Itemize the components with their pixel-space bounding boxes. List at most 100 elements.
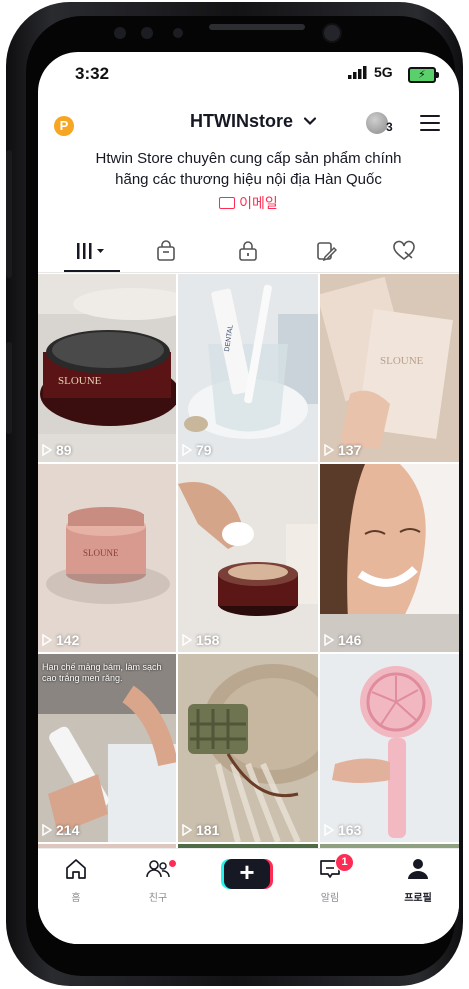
menu-icon[interactable] (420, 115, 440, 131)
lock-icon (239, 241, 257, 261)
thumbnail-image: SLOUNE (38, 274, 176, 462)
battery-icon: ⚡ (408, 67, 439, 83)
notification-dot (168, 859, 177, 868)
account-avatar[interactable] (366, 112, 388, 134)
nav-inbox[interactable]: 1 알림 (300, 853, 360, 904)
profile-bio: Htwin Store chuyên cung cấp sản phẩm chí… (38, 148, 459, 190)
play-icon (182, 444, 192, 456)
play-icon (324, 444, 334, 456)
create-plus-icon[interactable] (224, 857, 270, 889)
view-count-text: 181 (196, 822, 220, 838)
status-time: 3:32 (75, 64, 110, 83)
sensor (114, 27, 126, 39)
profile-tabs (38, 232, 459, 272)
video-thumbnail[interactable]: 181 (178, 654, 318, 842)
thumbnail-image (178, 464, 318, 652)
video-thumbnail[interactable]: 163 (320, 654, 459, 842)
video-caption: Hạn chế mảng bám, làm sạch cao trắng men… (42, 662, 162, 683)
grid-icon (77, 243, 104, 259)
tab-videos[interactable] (62, 232, 122, 272)
view-count-text: 158 (196, 632, 220, 648)
view-count-text: 79 (196, 442, 212, 458)
nav-label: 프로필 (404, 893, 432, 904)
tab-private[interactable] (218, 232, 278, 270)
view-count: 181 (182, 822, 219, 838)
video-thumbnail[interactable]: SLOUNE 142 (38, 464, 176, 652)
mail-icon (219, 197, 236, 209)
bio-line: hãng các thương hiệu nội địa Hàn Quốc (115, 171, 382, 188)
play-icon (324, 634, 334, 646)
video-thumbnail[interactable]: SLOUNE 137 (320, 274, 459, 462)
video-thumbnail[interactable]: SLOUNE 89 (38, 274, 176, 462)
view-count: 163 (324, 822, 361, 838)
screen: 3:32 5G ⚡ P HTWINstore 3 Htwin Store chu… (38, 52, 459, 944)
email-label: 이메일 (239, 195, 278, 211)
sensor (141, 27, 153, 39)
sensor (173, 28, 183, 38)
video-thumbnail[interactable]: DENTAL 79 (178, 274, 318, 462)
friends-icon (146, 860, 170, 878)
video-thumbnail[interactable]: Hạn chế mảng bám, làm sạch cao trắng men… (38, 654, 176, 842)
play-icon (42, 444, 52, 456)
tab-liked[interactable] (374, 232, 434, 270)
home-icon (66, 859, 86, 879)
view-count: 89 (42, 442, 72, 458)
account-count: 3 (386, 120, 393, 134)
view-count: 137 (324, 442, 361, 458)
play-icon (182, 824, 192, 836)
chevron-down-icon[interactable] (303, 114, 317, 128)
play-icon (182, 634, 192, 646)
liked-icon (393, 240, 415, 261)
play-icon (42, 634, 52, 646)
video-thumbnail[interactable]: 158 (178, 464, 318, 652)
tab-shop[interactable] (136, 232, 196, 270)
nav-label: 홈 (71, 893, 81, 904)
email-link[interactable]: 이메일 (38, 193, 459, 213)
bio-line: Htwin Store chuyên cung cấp sản phẩm chí… (95, 150, 402, 167)
view-count-text: 142 (56, 632, 80, 648)
svg-text:SLOUNE: SLOUNE (58, 375, 102, 387)
network-label: 5G (374, 64, 393, 80)
status-bar: 3:32 5G ⚡ (38, 52, 459, 92)
video-grid: SLOUNE 89 DENTAL 79 SLOUNE 137 SLOUNE 14… (38, 274, 459, 848)
phone-frame: 3:32 5G ⚡ P HTWINstore 3 Htwin Store chu… (6, 2, 463, 986)
view-count-text: 146 (338, 632, 362, 648)
view-count: 142 (42, 632, 79, 648)
bottom-nav: 홈 친구 1 알림 (38, 848, 459, 944)
signal-icon (348, 66, 367, 79)
view-count: 146 (324, 632, 361, 648)
thumbnail-image (320, 464, 459, 652)
volume-button (6, 150, 12, 278)
nav-profile[interactable]: 프로필 (388, 857, 448, 904)
coin-icon[interactable]: P (54, 116, 74, 136)
view-count: 79 (182, 442, 212, 458)
tab-reposts[interactable] (296, 232, 356, 270)
nav-friends[interactable]: 친구 (128, 857, 188, 904)
username-switcher[interactable]: HTWINstore (190, 111, 293, 132)
side-button (6, 342, 12, 434)
thumbnail-image (320, 654, 459, 842)
inbox-badge: 1 (335, 853, 354, 872)
svg-text:SLOUNE: SLOUNE (83, 548, 119, 558)
view-count-text: 163 (338, 822, 362, 838)
view-count: 158 (182, 632, 219, 648)
view-count-text: 137 (338, 442, 362, 458)
front-camera (324, 25, 340, 41)
thumbnail-image: SLOUNE (38, 464, 176, 652)
earpiece (209, 24, 305, 30)
repost-icon (317, 242, 337, 262)
nav-home[interactable]: 홈 (46, 857, 106, 904)
tab-divider (38, 272, 459, 273)
play-icon (42, 824, 52, 836)
svg-text:SLOUNE: SLOUNE (380, 355, 424, 367)
nav-label: 친구 (148, 893, 168, 904)
view-count: 214 (42, 822, 79, 838)
play-icon (324, 824, 334, 836)
thumbnail-image (178, 654, 318, 842)
shop-bag-icon (157, 240, 175, 261)
nav-label: 알림 (320, 893, 340, 904)
video-thumbnail[interactable]: 146 (320, 464, 459, 652)
thumbnail-image: SLOUNE (320, 274, 459, 462)
view-count-text: 214 (56, 822, 80, 838)
view-count-text: 89 (56, 442, 72, 458)
